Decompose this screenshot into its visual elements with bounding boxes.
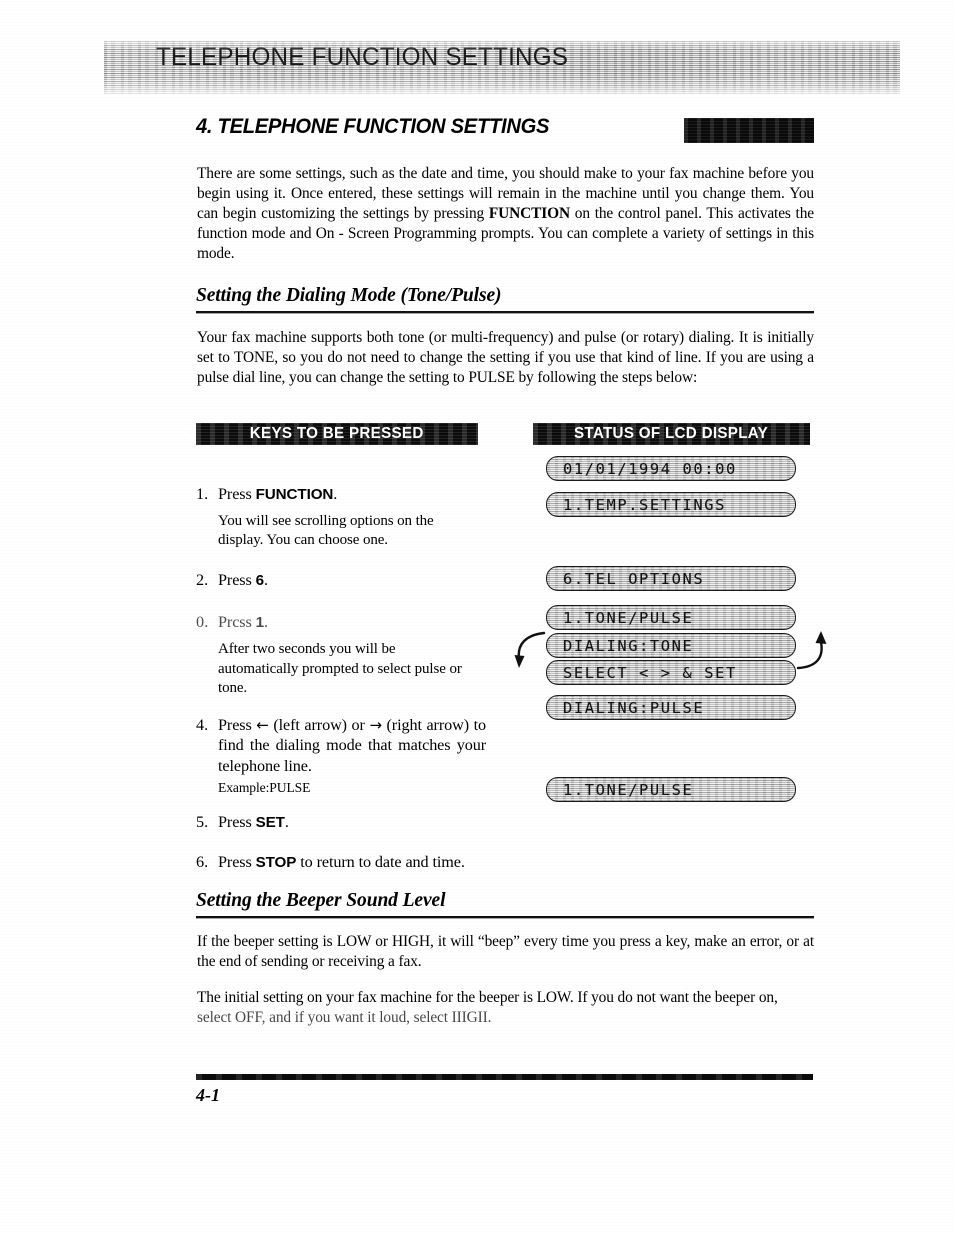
section-title-dialing: Setting the Dialing Mode (Tone/Pulse) [196,285,502,306]
step-key-function: FUNCTION [255,486,334,503]
section-heading-beeper: Setting the Beeper Sound Level [196,890,814,918]
step-text: Press ← (left arrow) or → (right arrow) … [218,715,486,777]
step-number: 6. [196,852,209,871]
step-number: 5. [196,813,209,832]
lcd-panel-dialing-pulse: DIALING:PULSE [546,695,796,720]
beeper-paragraph-1: If the beeper setting is LOW or HIGH, it… [197,933,814,971]
step-tail: . [284,813,289,832]
step-item-2: 2. Press 6. [196,570,491,591]
page-number: 4-1 [196,1085,220,1105]
step-note-1: You will see scrolling options on the di… [218,512,434,549]
step-mid: (left arrow) or [268,715,370,734]
step-lead: Press [218,852,256,871]
step-tail: . [333,485,338,503]
lcd-panel-dialing-tone: DIALING:TONE [546,633,796,658]
intro-paragraph: There are some settings, such as the dat… [197,164,814,264]
step-text: Prcss 1. [218,612,268,633]
step-note-3: After two seconds you will be automatica… [218,641,462,697]
step-number: 2. [196,570,209,589]
step-lead: Prcss [218,613,256,632]
beeper-paragraph-2: The initial setting on your fax machine … [197,988,814,1028]
lcd-text: 6.TEL OPTIONS [563,569,705,588]
step-item-6: 6. Press STOP to return to date and time… [196,852,491,873]
column-header-status-label: STATUS OF LCD DISPLAY [574,425,769,442]
step-lead: Press [218,715,257,734]
section-rule-beeper [196,916,814,918]
step-tail: . [263,570,268,589]
step-key-stop: STOP [255,853,297,871]
right-arrow-icon: → [369,715,382,734]
step-item-3: 0. Prcss 1. [196,612,491,633]
step-example-4: Example:PULSE [218,779,311,795]
step-tail: . [263,613,268,632]
column-header-keys: KEYS TO BE PRESSED [196,423,478,445]
step-text: Press 6. [218,570,268,591]
step-lead: Press [218,485,256,503]
chapter-heading-bar [684,118,814,143]
lcd-text: 1.TONE/PULSE [563,608,694,627]
lcd-text: 01/01/1994 00:00 [563,459,737,478]
chapter-heading-row: 4. TELEPHONE FUNCTION SETTINGS [196,115,814,145]
step-number: 1. [196,485,209,503]
step-key-1: 1 [255,614,264,632]
banner-scan-fade [104,41,900,94]
lcd-text: SELECT < > & SET [563,663,737,682]
step-item-4: 4. Press ← (left arrow) or → (right arro… [196,715,491,777]
running-header-banner: TELEPHONE FUNCTION SETTINGS [104,41,900,94]
column-header-keys-label: KEYS TO BE PRESSED [250,425,424,442]
lcd-panel-tone-pulse-first: 1.TONE/PULSE [546,605,796,630]
lcd-panel-select-set: SELECT < > & SET [546,660,796,685]
lcd-panel-tel-options: 6.TEL OPTIONS [546,566,796,591]
step-lead: Press [218,570,256,589]
lcd-text: 1.TEMP.SETTINGS [563,495,726,514]
loop-arrow-left-icon [514,631,546,668]
step-text: Press SET. [218,812,289,833]
step-text: Press STOP to return to date and time. [218,852,486,873]
step-lead: Press [218,813,256,832]
section-rule-dialing [196,311,814,313]
beeper-line-a: The initial setting on your fax machine … [197,989,778,1006]
lcd-panel-datetime: 01/01/1994 00:00 [546,456,796,481]
loop-arrow-right-icon [796,631,827,670]
lcd-text: 1.TONE/PULSE [563,780,694,799]
step-number: 0. [196,613,209,632]
intro-bold-function: FUNCTION [488,205,571,223]
lcd-text: DIALING:PULSE [563,698,705,717]
step-number: 4. [196,715,209,734]
step-key-set: SET [255,814,285,832]
column-header-status: STATUS OF LCD DISPLAY [533,423,810,445]
left-arrow-icon: ← [256,715,269,734]
chapter-title: 4. TELEPHONE FUNCTION SETTINGS [196,115,550,138]
step-key-6: 6 [255,571,264,589]
section-title-beeper: Setting the Beeper Sound Level [196,890,446,911]
dialing-paragraph: Your fax machine supports both tone (or … [197,329,814,387]
step-tail: to return to date and time. [296,852,465,871]
steps-list: 1. Press FUNCTION. You will see scrollin… [196,484,491,876]
lcd-panel-temp-settings: 1.TEMP.SETTINGS [546,492,796,517]
lcd-text: DIALING:TONE [563,636,694,655]
section-heading-dialing: Setting the Dialing Mode (Tone/Pulse) [196,285,814,313]
beeper-line-b: select OFF, and if you want it loud, sel… [197,1009,492,1027]
step-item-5: 5. Press SET. [196,812,491,833]
step-item-1: 1. Press FUNCTION. [196,484,491,505]
lcd-panel-tone-pulse-second: 1.TONE/PULSE [546,777,796,802]
step-text: Press FUNCTION. [218,484,337,505]
footer-rule [196,1074,813,1080]
